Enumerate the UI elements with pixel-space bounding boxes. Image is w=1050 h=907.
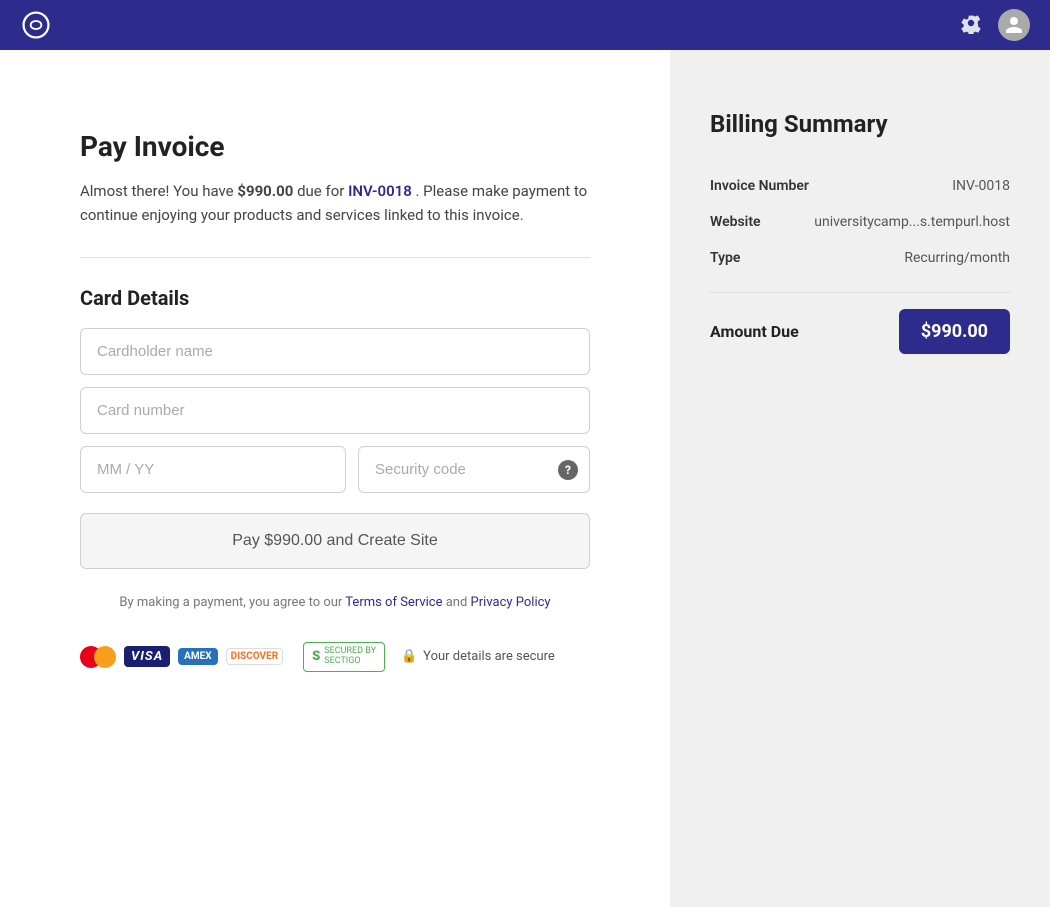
invoice-number-value: INV-0018 [952, 178, 1010, 194]
invoice-ref: INV-0018 [348, 182, 412, 200]
section-divider [80, 257, 590, 258]
expiry-input[interactable] [80, 446, 346, 493]
lock-icon: 🔒 [401, 649, 417, 664]
secure-text-wrap: 🔒 Your details are secure [401, 649, 555, 664]
page-title: Pay Invoice [80, 130, 590, 163]
website-label: Website [710, 214, 761, 230]
visa-badge: VISA [124, 646, 170, 667]
legal-text: By making a payment, you agree to our Te… [80, 595, 590, 610]
billing-divider [710, 292, 1010, 293]
desc-mid: due for [293, 182, 348, 200]
amount-bold: $990.00 [237, 182, 293, 200]
billing-title: Billing Summary [710, 110, 1010, 138]
billing-invoice-row: Invoice Number INV-0018 [710, 168, 1010, 204]
card-number-input[interactable] [80, 387, 590, 434]
amount-due-badge: $990.00 [899, 309, 1010, 354]
user-avatar[interactable] [998, 9, 1030, 41]
invoice-number-label: Invoice Number [710, 178, 809, 194]
security-code-input[interactable] [358, 446, 590, 493]
app-header [0, 0, 1050, 50]
sectigo-badge: S SECURED BYSECTIGO [303, 642, 385, 672]
mastercard-badge [80, 646, 116, 668]
main-layout: Pay Invoice Almost there! You have $990.… [0, 50, 1050, 907]
right-panel: Billing Summary Invoice Number INV-0018 … [670, 50, 1050, 907]
settings-icon[interactable] [960, 12, 982, 38]
secure-text-label: Your details are secure [423, 649, 555, 664]
security-help-icon[interactable]: ? [558, 460, 578, 480]
billing-type-row: Type Recurring/month [710, 240, 1010, 276]
card-form: ? Pay $990.00 and Create Site By making … [80, 328, 590, 672]
sectigo-s: S [312, 649, 320, 664]
card-row-expiry-security: ? [80, 446, 590, 493]
legal-prefix: By making a payment, you agree to our [119, 595, 345, 610]
amount-due-label: Amount Due [710, 322, 799, 341]
discover-badge: DISCOVER [226, 648, 283, 665]
pay-button[interactable]: Pay $990.00 and Create Site [80, 513, 590, 569]
type-label: Type [710, 250, 740, 266]
amount-due-row: Amount Due $990.00 [710, 309, 1010, 354]
page-description: Almost there! You have $990.00 due for I… [80, 179, 590, 227]
cardholder-name-input[interactable] [80, 328, 590, 375]
mc-circle-yellow [94, 646, 116, 668]
app-logo [20, 9, 52, 41]
website-value: universitycamp...s.tempurl.host [814, 214, 1010, 230]
sectigo-text: SECURED BYSECTIGO [324, 647, 376, 667]
amex-badge: AMEX [178, 648, 217, 665]
card-badges-row: VISA AMEX DISCOVER S SECURED BYSECTIGO 🔒… [80, 642, 590, 672]
legal-and: and [443, 595, 471, 610]
left-panel: Pay Invoice Almost there! You have $990.… [0, 50, 670, 907]
type-value: Recurring/month [904, 250, 1010, 266]
terms-link[interactable]: Terms of Service [345, 595, 442, 610]
billing-website-row: Website universitycamp...s.tempurl.host [710, 204, 1010, 240]
desc-prefix: Almost there! You have [80, 182, 237, 200]
privacy-link[interactable]: Privacy Policy [471, 595, 551, 610]
security-code-wrapper: ? [358, 446, 590, 493]
card-details-title: Card Details [80, 286, 590, 310]
header-actions [960, 9, 1030, 41]
